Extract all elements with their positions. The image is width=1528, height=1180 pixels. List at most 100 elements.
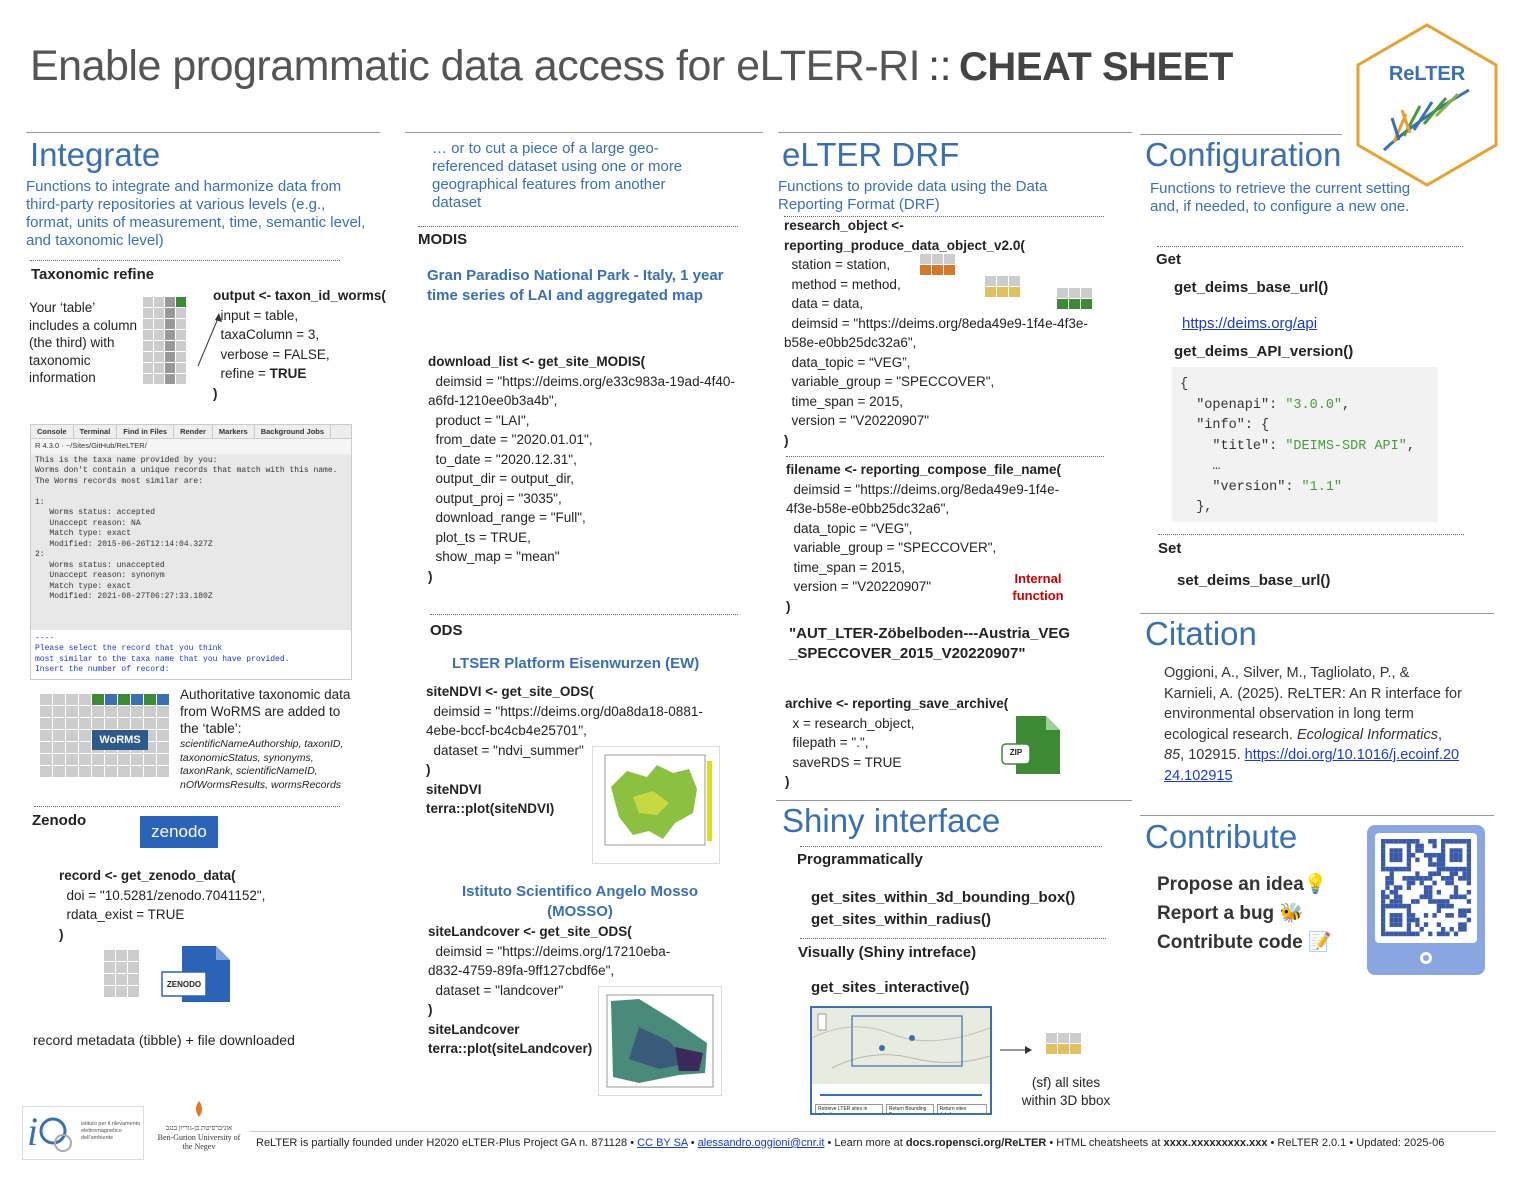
citation-journal: Ecological Informatics bbox=[1297, 726, 1439, 743]
code-line: to_date = "2020.12.31", bbox=[428, 451, 577, 467]
footer-html-label: • HTML cheatsheets at bbox=[1046, 1137, 1164, 1149]
github-icon bbox=[1420, 952, 1432, 964]
contribute-title: Contribute bbox=[1145, 818, 1298, 855]
irea-logo: i istituto per il rilevamento elettromag… bbox=[22, 1106, 144, 1160]
deims-api-link[interactable]: https://deims.org/api bbox=[1182, 315, 1317, 332]
code-line: from_date = "2020.01.01", bbox=[428, 432, 593, 447]
programmatically-title: Programmatically bbox=[797, 851, 923, 868]
code-line: rdata_exist = TRUE bbox=[59, 907, 185, 922]
code-line: product = "LAI", bbox=[428, 412, 530, 428]
title-separator: :: bbox=[928, 42, 952, 90]
integrate-title: Integrate bbox=[30, 136, 161, 173]
modis-code: download_list <- get_site_MODIS( deimsid… bbox=[428, 352, 735, 586]
zip-file-label: ZIP bbox=[1009, 748, 1023, 757]
footer-version: • ReLTER 2.0.1 • Updated: 2025-06 bbox=[1267, 1137, 1445, 1149]
console-tab[interactable]: Markers bbox=[213, 425, 255, 438]
api-version-json: { "openapi": "3.0.0", "info": { "title":… bbox=[1172, 367, 1438, 522]
console-tab[interactable]: Background Jobs bbox=[255, 425, 332, 438]
landcover-map-plot bbox=[598, 986, 722, 1096]
zenodo-logo: zenodo bbox=[140, 816, 218, 848]
footer-learn-more: • Learn more at bbox=[824, 1137, 906, 1149]
sf-result-text: (sf) all sites within 3D bbox bbox=[1021, 1075, 1111, 1108]
console-tabs: Console Terminal Find in Files Render Marker… bbox=[31, 425, 351, 439]
zenodo-file-label: ZENODO bbox=[166, 980, 202, 989]
taxonomic-table-text: Your ‘table’ includes a column (the thir… bbox=[29, 300, 138, 385]
console-tab[interactable]: Render bbox=[174, 425, 213, 438]
code-line: deimsid = "https://deims.org/8eda49e9-1f… bbox=[784, 315, 1088, 331]
code-line: time_span = 2015, bbox=[784, 393, 903, 409]
code-line: archive <- reporting_save_archive( bbox=[785, 696, 1009, 711]
code-line: method = method, bbox=[784, 276, 901, 292]
code-line: ) bbox=[428, 568, 433, 584]
drf-archive-code: archive <- reporting_save_archive( x = r… bbox=[785, 694, 1008, 792]
report-bug-link[interactable]: Report a bug 🐝 bbox=[1157, 899, 1332, 928]
license-link[interactable]: CC BY SA bbox=[637, 1137, 688, 1149]
email-link[interactable]: alessandro.oggioni@cnr.it bbox=[698, 1137, 825, 1149]
modis-title: MODIS bbox=[418, 231, 468, 248]
return-dataframe-button[interactable]: Return sites dataframe bbox=[936, 1104, 988, 1113]
console-tab[interactable]: Console bbox=[31, 425, 74, 438]
shiny-app-screenshot: Retrieve LTER sites in selection Return … bbox=[810, 1006, 992, 1115]
bgu-flame-icon bbox=[196, 1101, 202, 1117]
citation-title: Citation bbox=[1145, 615, 1257, 652]
drf-filename-result: "AUT_LTER-Zöbelboden---Austria_VEG_SPECC… bbox=[789, 625, 1071, 662]
zip-file-icon bbox=[1001, 716, 1060, 774]
configuration-description: Functions to retrieve the current settin… bbox=[1150, 180, 1411, 215]
irea-logo-text: istituto per il rilevamento elettromagne… bbox=[81, 1121, 141, 1141]
docs-link[interactable]: docs.ropensci.org/ReLTER bbox=[906, 1137, 1046, 1149]
worms-fields: scientificNameAuthorship, taxonID, taxon… bbox=[180, 738, 344, 791]
code-line: data = data, bbox=[784, 296, 864, 311]
drf-title: eLTER DRF bbox=[782, 136, 960, 173]
citation-pages: , 102915. bbox=[1180, 747, 1241, 763]
zenodo-title: Zenodo bbox=[32, 812, 87, 829]
internal-function-note: Internal function bbox=[1012, 571, 1064, 603]
console-path: R 4.3.0 · ~/Sites/GitHub/ReLTER/ bbox=[31, 439, 351, 454]
set-title: Set bbox=[1158, 540, 1182, 557]
code-line: download_range = "Full", bbox=[428, 510, 586, 525]
drf-description: Functions to provide data using the Data… bbox=[778, 178, 1048, 213]
code-line: variable_group = "SPECCOVER", bbox=[786, 540, 997, 555]
console-prompt: ---- Please select the record that you t… bbox=[35, 633, 290, 675]
code-line: deimsid = "https://deims.org/e33c983a-19… bbox=[428, 373, 735, 389]
console-tab[interactable]: Terminal bbox=[74, 425, 118, 438]
zenodo-file-icon bbox=[161, 946, 230, 1002]
data-grid-icon bbox=[1057, 288, 1092, 309]
zenodo-table-grid bbox=[104, 950, 139, 997]
code-line: ) bbox=[59, 926, 64, 942]
worms-logo: WoRMS bbox=[92, 730, 148, 750]
code-line: data_topic = “VEG”, bbox=[786, 520, 913, 536]
footer-bullet: • bbox=[687, 1137, 698, 1149]
footer-funding: ReLTER is partially founded under H2020 … bbox=[256, 1137, 638, 1149]
zenodo-result: record metadata (tibble) + file download… bbox=[33, 1032, 295, 1048]
drf-produce-code: research_object <- reporting_produce_data… bbox=[784, 216, 1088, 450]
citation-volume: 85 bbox=[1164, 747, 1181, 763]
code-line: variable_group = "SPECCOVER", bbox=[784, 374, 995, 389]
code-line: b58e-e0bb25dc32a6", bbox=[784, 335, 917, 350]
return-bbox-button[interactable]: Return Bounding Box bbox=[885, 1104, 934, 1113]
r-console-screenshot: Console Terminal Find in Files Render Marker… bbox=[30, 424, 352, 680]
code-line: deimsid = "https://deims.org/d0a8da18-08… bbox=[426, 703, 703, 719]
svg-text:i: i bbox=[27, 1109, 38, 1154]
code-line: 4ebe-bccf-bc4cb4e25701", bbox=[426, 723, 587, 738]
configuration-title: Configuration bbox=[1145, 136, 1342, 173]
html-cheatsheets-link[interactable]: xxxx.xxxxxxxxx.xxx bbox=[1163, 1137, 1267, 1149]
ndvi-map-plot bbox=[592, 746, 720, 864]
retrieve-sites-button[interactable]: Retrieve LTER sites in selection bbox=[815, 1104, 883, 1113]
propose-idea-link[interactable]: Propose an idea💡 bbox=[1157, 870, 1332, 899]
ods-heading-ew: LTSER Platform Eisenwurzen (EW) bbox=[452, 655, 700, 672]
console-tab[interactable]: Find in Files bbox=[117, 425, 175, 438]
ods-heading-mosso: Istituto Scientifico Angelo Mosso (MOSSO… bbox=[461, 883, 699, 920]
fn-sites-interactive: get_sites_interactive() bbox=[811, 979, 970, 996]
code-line: input = table, bbox=[213, 307, 299, 323]
code-line: ) bbox=[213, 385, 218, 401]
taxonomic-refine-title: Taxonomic refine bbox=[31, 266, 155, 283]
cheat-sheet-label: CHEAT SHEET bbox=[959, 45, 1233, 89]
github-qr-code[interactable] bbox=[1367, 825, 1485, 975]
arrow-right-icon bbox=[1000, 1046, 1032, 1054]
sf-grid-icon bbox=[1046, 1033, 1081, 1054]
contribute-code-link[interactable]: Contribute code 📝 bbox=[1157, 928, 1332, 957]
visually-title: Visually (Shiny intreface) bbox=[798, 944, 977, 961]
relter-logo-text: ReLTER bbox=[1389, 63, 1466, 85]
get-title: Get bbox=[1156, 251, 1182, 268]
method-grid-icon bbox=[985, 276, 1020, 297]
